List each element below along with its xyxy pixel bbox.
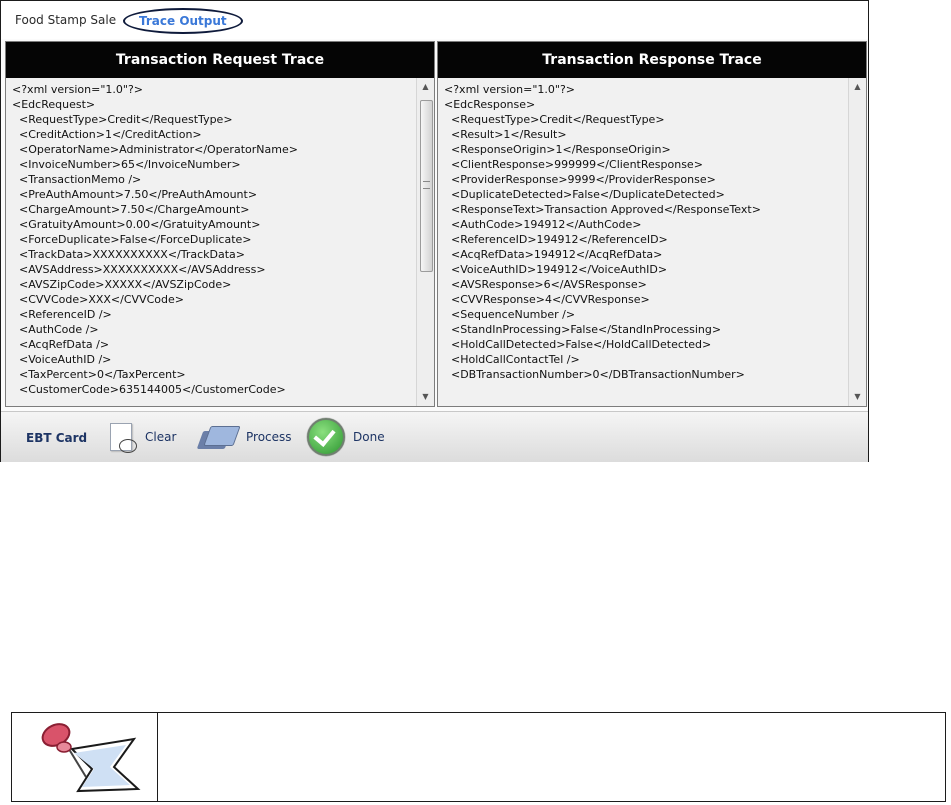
trace-line: <GratuityAmount>0.00</GratuityAmount>	[12, 218, 261, 231]
trace-line: <?xml version="1.0"?>	[12, 83, 144, 96]
trace-line: <TaxPercent>0</TaxPercent>	[12, 368, 186, 381]
grip-icon	[423, 181, 430, 189]
trace-line: <AcqRefData>194912</AcqRefData>	[444, 248, 663, 261]
pushpin-note-icon	[41, 723, 141, 793]
trace-line: <StandInProcessing>False</StandInProcess…	[444, 323, 722, 336]
trace-line: <ResponseOrigin>1</ResponseOrigin>	[444, 143, 671, 156]
ebt-card-label: EBT Card	[26, 431, 88, 445]
trace-line: <EdcRequest>	[12, 98, 96, 111]
scroll-down-arrow-icon[interactable]: ▼	[417, 390, 434, 404]
trace-line: <DBTransactionNumber>0</DBTransactionNum…	[444, 368, 745, 381]
trace-line: <EdcResponse>	[444, 98, 536, 111]
tab-food-stamp-sale[interactable]: Food Stamp Sale	[15, 13, 116, 27]
trace-line: <?xml version="1.0"?>	[444, 83, 576, 96]
trace-line: <CreditAction>1</CreditAction>	[12, 128, 202, 141]
trace-window: Food Stamp Sale Trace Output Transaction…	[0, 0, 869, 462]
trace-line: <ResponseText>Transaction Approved</Resp…	[444, 203, 761, 216]
request-scroll-thumb[interactable]	[420, 100, 433, 272]
trace-line: <HoldCallDetected>False</HoldCallDetecte…	[444, 338, 712, 351]
action-toolbar: EBT Card Clear Process Done	[1, 411, 868, 462]
credit-card-icon	[196, 422, 241, 452]
trace-line: <RequestType>Credit</RequestType>	[444, 113, 665, 126]
trace-line: <ProviderResponse>9999</ProviderResponse…	[444, 173, 716, 186]
response-trace-title: Transaction Response Trace	[438, 42, 866, 78]
trace-line: <CustomerCode>635144005</CustomerCode>	[12, 383, 286, 396]
trace-line: <ReferenceID />	[12, 308, 112, 321]
trace-line: <VoiceAuthID />	[12, 353, 112, 366]
trace-line: <InvoiceNumber>65</InvoiceNumber>	[12, 158, 241, 171]
done-button[interactable]: Done	[307, 418, 385, 456]
clear-label: Clear	[145, 430, 177, 444]
trace-line: <ClientResponse>999999</ClientResponse>	[444, 158, 703, 171]
trace-line: <OperatorName>Administrator</OperatorNam…	[12, 143, 298, 156]
done-label: Done	[353, 430, 385, 444]
trace-line: <TransactionMemo />	[12, 173, 142, 186]
trace-line: <ForceDuplicate>False</ForceDuplicate>	[12, 233, 252, 246]
trace-line: <AuthCode>194912</AuthCode>	[444, 218, 642, 231]
scroll-down-arrow-icon[interactable]: ▼	[849, 390, 866, 404]
request-trace-panel: Transaction Request Trace <?xml version=…	[5, 41, 435, 407]
scroll-up-arrow-icon[interactable]: ▲	[849, 80, 866, 94]
clear-button[interactable]: Clear	[107, 418, 176, 456]
trace-line: <DuplicateDetected>False</DuplicateDetec…	[444, 188, 725, 201]
response-scrollbar[interactable]: ▲ ▼	[848, 78, 866, 406]
request-scrollbar[interactable]: ▲ ▼	[416, 78, 434, 406]
trace-line: <TrackData>XXXXXXXXXX</TrackData>	[12, 248, 246, 261]
check-circle-icon	[307, 418, 345, 456]
request-trace-text[interactable]: <?xml version="1.0"?> <EdcRequest> <Reque…	[6, 78, 416, 406]
trace-line: <AVSResponse>6</AVSResponse>	[444, 278, 647, 291]
trace-line: <Result>1</Result>	[444, 128, 567, 141]
trace-line: <RequestType>Credit</RequestType>	[12, 113, 233, 126]
note-divider	[157, 713, 158, 801]
trace-line: <ChargeAmount>7.50</ChargeAmount>	[12, 203, 250, 216]
note-box	[11, 712, 946, 802]
trace-line: <PreAuthAmount>7.50</PreAuthAmount>	[12, 188, 258, 201]
trace-line: <AuthCode />	[12, 323, 99, 336]
trace-line: <CVVCode>XXX</CVVCode>	[12, 293, 184, 306]
trace-line: <AcqRefData />	[12, 338, 110, 351]
trace-line: <VoiceAuthID>194912</VoiceAuthID>	[444, 263, 668, 276]
trace-line: <CVVResponse>4</CVVResponse>	[444, 293, 650, 306]
request-trace-title: Transaction Request Trace	[6, 42, 434, 78]
scroll-up-arrow-icon[interactable]: ▲	[417, 80, 434, 94]
process-label: Process	[246, 430, 292, 444]
tab-bar: Food Stamp Sale Trace Output	[1, 1, 868, 39]
trace-line: <AVSAddress>XXXXXXXXXX</AVSAddress>	[12, 263, 266, 276]
trace-line: <HoldCallContactTel />	[444, 353, 580, 366]
trace-line: <SequenceNumber />	[444, 308, 576, 321]
response-trace-text[interactable]: <?xml version="1.0"?> <EdcResponse> <Requ…	[438, 78, 848, 406]
scissors-paper-icon	[107, 421, 137, 453]
response-trace-panel: Transaction Response Trace <?xml version…	[437, 41, 867, 407]
trace-line: <ReferenceID>194912</ReferenceID>	[444, 233, 668, 246]
tab-trace-output[interactable]: Trace Output	[123, 8, 243, 34]
trace-line: <AVSZipCode>XXXXX</AVSZipCode>	[12, 278, 232, 291]
process-button[interactable]: Process	[196, 418, 292, 456]
